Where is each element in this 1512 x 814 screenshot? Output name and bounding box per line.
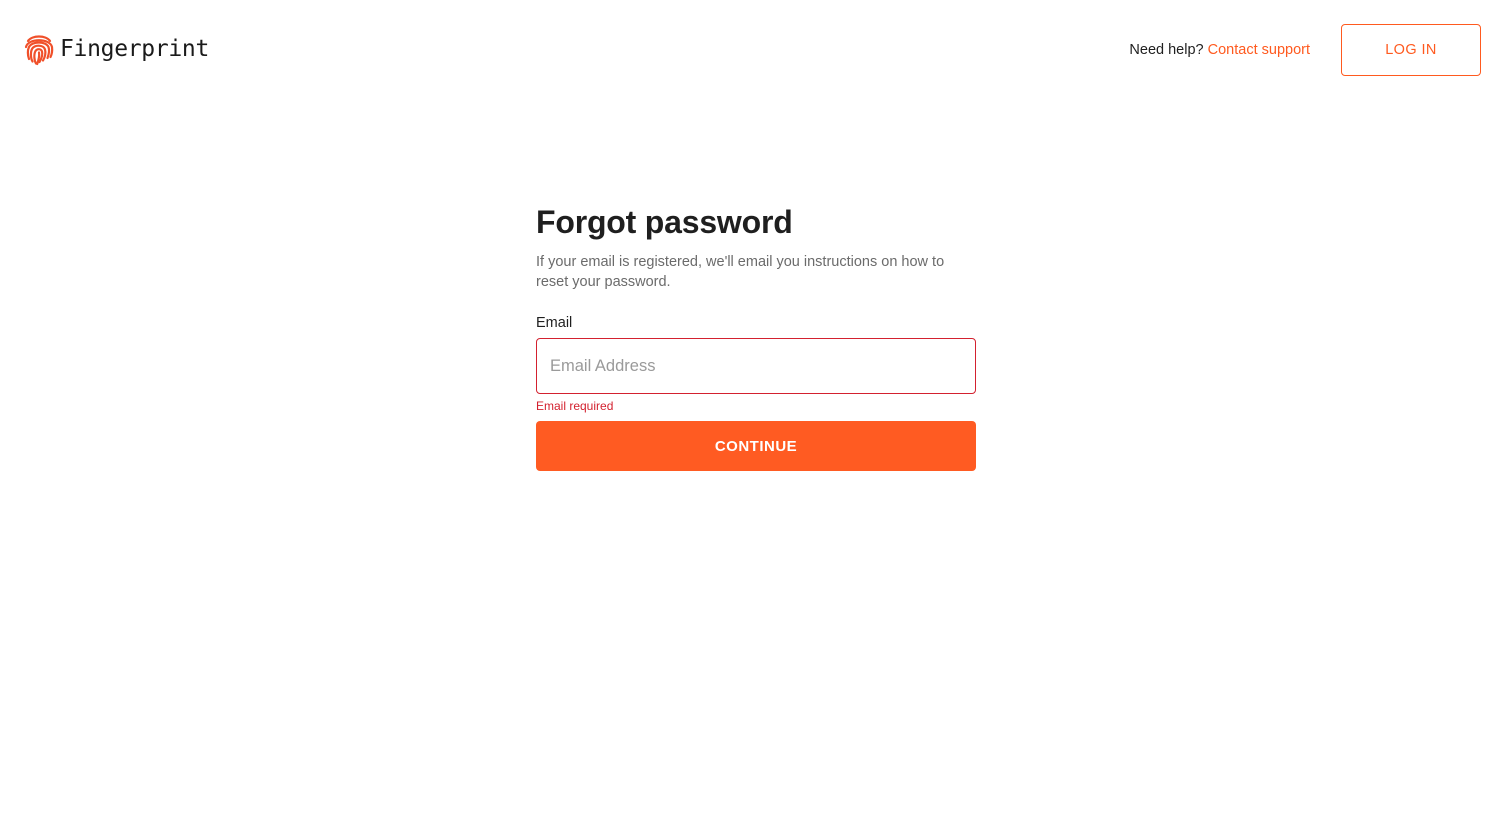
fingerprint-icon [24, 35, 54, 66]
continue-button[interactable]: CONTINUE [536, 421, 976, 471]
page-subtitle: If your email is registered, we'll email… [536, 254, 945, 290]
brand-name: Fingerprint [60, 36, 210, 62]
help-prompt: Need help? [1129, 42, 1204, 58]
help-text: Need help? Contact support [1129, 40, 1310, 60]
email-input[interactable] [536, 338, 976, 394]
contact-support-link[interactable]: Contact support [1208, 42, 1310, 58]
forgot-password-form: Forgot password If your email is registe… [536, 200, 976, 471]
login-button[interactable]: LOG IN [1341, 24, 1481, 76]
brand-logo[interactable]: Fingerprint [24, 32, 209, 66]
page-title: Forgot password [536, 204, 793, 240]
forgot-password-page: Fingerprint Need help? Contact support L… [0, 0, 1512, 814]
email-error-message: Email required [536, 399, 614, 413]
top-header: Fingerprint Need help? Contact support L… [0, 0, 1512, 100]
email-label: Email [536, 315, 573, 331]
